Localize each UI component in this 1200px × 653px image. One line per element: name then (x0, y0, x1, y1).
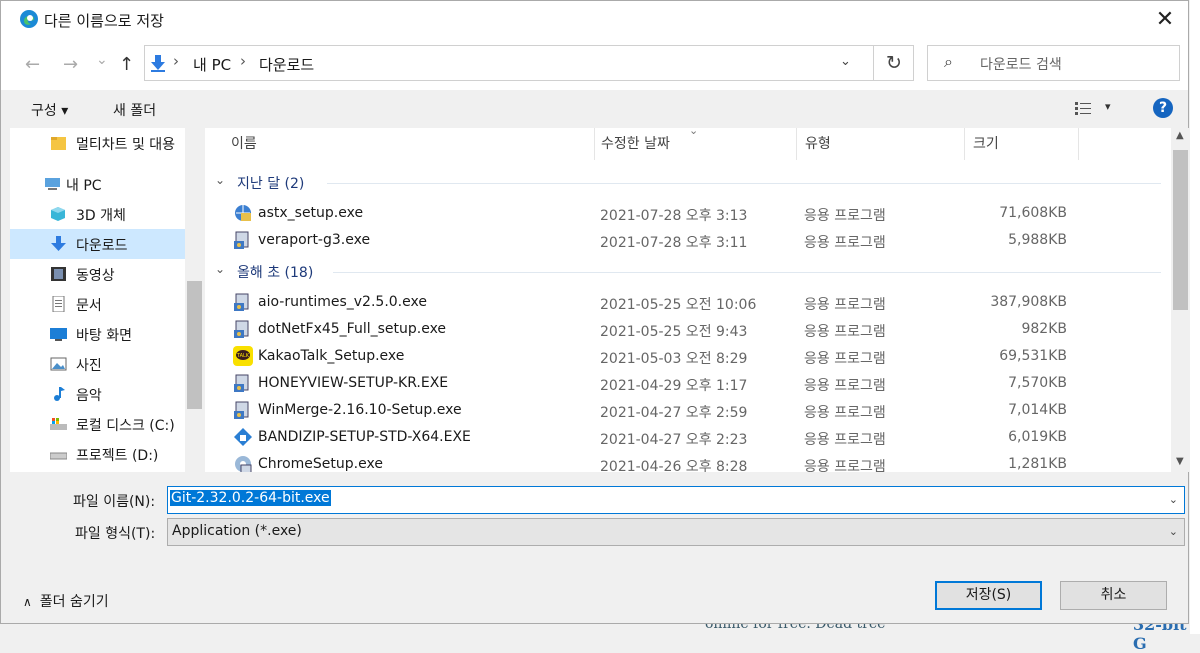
address-bar[interactable]: › 내 PC › 다운로드 ⌄ ↻ (144, 45, 914, 81)
filename-input[interactable]: Git-2.32.0.2-64-bit.exe ⌄ (167, 486, 1185, 514)
file-list-scrollbar[interactable]: ▲ ▼ (1171, 128, 1190, 472)
search-placeholder: 다운로드 검색 (980, 57, 1062, 73)
sidebar-item-videos[interactable]: 동영상 (10, 259, 185, 289)
cube-icon (51, 207, 65, 221)
file-row[interactable]: HONEYVIEW-SETUP-KR.EXE 2021-04-29 오후 1:1… (205, 370, 1171, 397)
hide-folders-label: 폴더 숨기기 (39, 594, 109, 610)
disk-icon (50, 418, 67, 430)
view-dropdown-icon[interactable]: ▾ (1105, 100, 1111, 113)
view-options-icon[interactable] (1075, 102, 1091, 116)
column-header-type[interactable]: 유형 (797, 128, 965, 160)
filetype-label: 파일 형식(T): (75, 526, 156, 542)
sidebar-item-downloads[interactable]: 다운로드 (10, 229, 185, 259)
help-icon[interactable]: ? (1153, 98, 1173, 118)
sort-indicator-icon: ⌄ (689, 128, 699, 137)
filename-value: Git-2.32.0.2-64-bit.exe (170, 490, 331, 506)
collapse-icon: ⌄ (215, 173, 226, 187)
sidebar-item-documents[interactable]: 문서 (10, 289, 185, 319)
file-row[interactable]: WinMerge-2.16.10-Setup.exe 2021-04-27 오후… (205, 397, 1171, 424)
up-arrow-icon[interactable]: ↑ (119, 54, 134, 75)
new-folder-button[interactable]: 새 폴더 (113, 100, 156, 120)
sidebar-item-pc[interactable]: 내 PC (10, 169, 185, 199)
close-icon[interactable]: ✕ (1142, 1, 1188, 38)
breadcrumb-separator-icon: › (240, 52, 246, 70)
download-icon (51, 236, 66, 251)
back-arrow-icon[interactable]: ← (25, 54, 40, 75)
sidebar-item-local-disk-c[interactable]: 로컬 디스크 (C:) (10, 409, 185, 439)
search-box[interactable]: ⌕ 다운로드 검색 (927, 45, 1180, 81)
group-header[interactable]: ⌄ 올해 초 (18) (215, 260, 1161, 284)
file-row[interactable]: TALK KakaoTalk_Setup.exe 2021-05-03 오전 8… (205, 343, 1171, 370)
sidebar-item-pictures[interactable]: 사진 (10, 349, 185, 379)
desktop-icon (50, 328, 67, 341)
download-arrow-icon (151, 55, 165, 72)
picture-icon (50, 357, 67, 371)
column-header-size[interactable]: 크기 (965, 128, 1079, 160)
chevron-up-icon: ∧ (23, 595, 32, 609)
installer-globe-icon (235, 205, 251, 221)
sidebar-item-multichart[interactable]: 멀티차트 및 대용 (10, 128, 185, 158)
background-page (1190, 0, 1200, 634)
scroll-down-icon[interactable]: ▼ (1176, 456, 1184, 467)
file-list: 이름 수정한 날짜 ⌄ 유형 크기 ⌄ 지난 달 (2) astx_setup.… (205, 128, 1171, 472)
document-icon (52, 296, 65, 312)
scrollbar-thumb[interactable] (1173, 150, 1188, 310)
breadcrumb-separator-icon: › (173, 52, 179, 70)
column-header-name[interactable]: 이름 (223, 128, 595, 160)
navigation-bar: ← → ⌄ ↑ › 내 PC › 다운로드 ⌄ ↻ ⌕ 다운로드 검색 (1, 38, 1188, 90)
breadcrumb-downloads[interactable]: 다운로드 (259, 54, 314, 75)
dialog-title: 다른 이름으로 저장 (44, 12, 164, 30)
forward-arrow-icon[interactable]: → (63, 54, 78, 75)
installer-icon (234, 320, 249, 338)
folder-icon (51, 137, 66, 150)
group-header[interactable]: ⌄ 지난 달 (2) (215, 171, 1161, 195)
breadcrumb-pc[interactable]: 내 PC (193, 54, 231, 75)
cancel-button[interactable]: 취소 (1060, 581, 1167, 610)
edge-icon (20, 10, 38, 28)
installer-globe-icon (235, 456, 252, 472)
recent-locations-icon[interactable]: ⌄ (96, 52, 108, 68)
file-row[interactable]: BANDIZIP-SETUP-STD-X64.EXE 2021-04-27 오후… (205, 424, 1171, 451)
svg-text:TALK: TALK (236, 353, 250, 359)
title-bar: 다른 이름으로 저장 ✕ (1, 1, 1188, 38)
command-bar: 구성 ▾ 새 폴더 ▾ ? (1, 90, 1188, 128)
file-row[interactable]: dotNetFx45_Full_setup.exe 2021-05-25 오전 … (205, 316, 1171, 343)
filetype-select[interactable]: Application (*.exe) ⌄ (167, 518, 1185, 546)
file-row[interactable]: astx_setup.exe 2021-07-28 오후 3:13 응용 프로그… (205, 200, 1171, 227)
drive-icon (50, 452, 67, 460)
sidebar-item-3d-objects[interactable]: 3D 개체 (10, 199, 185, 229)
save-as-dialog: 다른 이름으로 저장 ✕ ← → ⌄ ↑ › 내 PC › 다운로드 ⌄ ↻ ⌕… (0, 0, 1190, 624)
sidebar-item-project-d[interactable]: 프로젝트 (D:) (10, 439, 185, 469)
installer-icon (234, 401, 249, 419)
filename-dropdown-icon[interactable]: ⌄ (1169, 493, 1178, 506)
file-row[interactable]: ChromeSetup.exe 2021-04-26 오후 8:28 응용 프로… (205, 451, 1171, 472)
scrollbar-thumb[interactable] (187, 281, 202, 409)
address-dropdown-icon[interactable]: ⌄ (840, 54, 851, 69)
scroll-up-icon[interactable]: ▲ (1176, 130, 1184, 141)
installer-icon (234, 231, 249, 249)
sidebar-item-desktop[interactable]: 바탕 화면 (10, 319, 185, 349)
installer-icon (234, 293, 249, 311)
installer-icon (234, 374, 249, 392)
bandizip-icon (234, 428, 252, 446)
search-icon: ⌕ (944, 52, 953, 71)
video-icon (51, 267, 66, 281)
organize-button[interactable]: 구성 ▾ (31, 100, 68, 120)
pc-icon (45, 178, 60, 190)
file-row[interactable]: veraport-g3.exe 2021-07-28 오후 3:11 응용 프로… (205, 227, 1171, 254)
filetype-value: Application (*.exe) (172, 523, 302, 539)
filename-label: 파일 이름(N): (73, 494, 156, 510)
kakaotalk-icon: TALK (233, 346, 253, 366)
navigation-scrollbar[interactable] (185, 128, 204, 472)
sidebar-item-music[interactable]: 음악 (10, 379, 185, 409)
navigation-pane: 멀티차트 및 대용 내 PC 3D 개체 다운로드 동영상 문서 바탕 화면 사… (10, 128, 185, 472)
refresh-icon[interactable]: ↻ (873, 46, 914, 80)
collapse-icon: ⌄ (215, 262, 226, 276)
save-button[interactable]: 저장(S) (935, 581, 1042, 610)
hide-folders-button[interactable]: ∧ 폴더 숨기기 (23, 591, 109, 611)
filetype-dropdown-icon[interactable]: ⌄ (1169, 525, 1178, 538)
music-icon (54, 387, 65, 401)
file-row[interactable]: aio-runtimes_v2.5.0.exe 2021-05-25 오전 10… (205, 289, 1171, 316)
